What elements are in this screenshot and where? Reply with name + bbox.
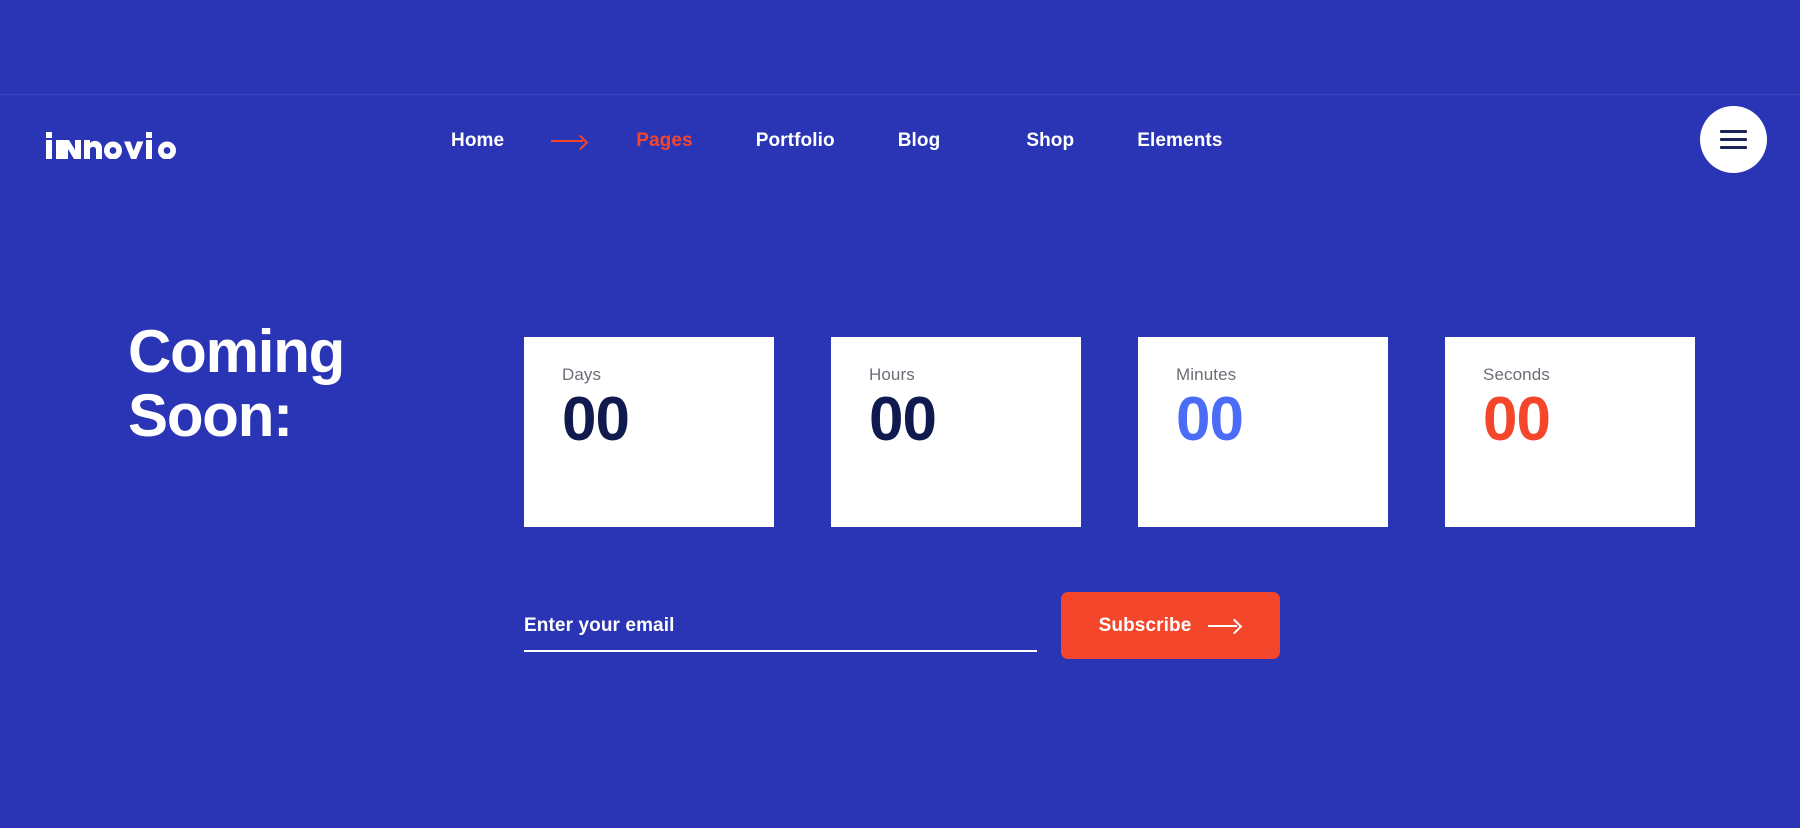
main-content: Coming Soon: Days 00 Hours 00 Minutes 00… (0, 187, 1800, 828)
subscribe-form: Subscribe (524, 592, 1280, 659)
countdown-label: Hours (869, 365, 915, 384)
countdown-card-minutes: Minutes 00 (1138, 337, 1388, 527)
hamburger-bar (1720, 138, 1747, 141)
email-field-wrapper (524, 592, 1037, 652)
countdown-label: Days (562, 365, 602, 384)
countdown-value: 00 (1176, 385, 1244, 454)
nav-item-portfolio[interactable]: Portfolio (756, 130, 835, 152)
nav-item-home[interactable]: Home (451, 130, 504, 152)
primary-navigation: Home Pages Portfolio Blog Shop Elements (451, 95, 1223, 187)
countdown-card-days: Days 00 (524, 337, 774, 527)
countdown-card-hours: Hours 00 (831, 337, 1081, 527)
countdown-label: Minutes (1176, 365, 1237, 384)
nav-item-shop[interactable]: Shop (1026, 130, 1074, 152)
hamburger-menu-icon[interactable] (1700, 106, 1767, 173)
site-header: Home Pages Portfolio Blog Shop Elements (0, 95, 1800, 187)
innovio-logomark-tail-icon (146, 132, 176, 159)
countdown-timer: Days 00 Hours 00 Minutes 00 Seconds 00 (524, 337, 1695, 527)
hamburger-bar (1720, 146, 1747, 149)
countdown-card-seconds: Seconds 00 (1445, 337, 1695, 527)
email-input[interactable] (524, 615, 1037, 652)
page-title: Coming Soon: (128, 318, 345, 449)
arrow-right-icon (1208, 620, 1242, 632)
subscribe-button-label: Subscribe (1098, 614, 1192, 636)
top-banner-strip (0, 0, 1800, 95)
hamburger-bar (1720, 130, 1747, 133)
brand-logo[interactable] (46, 123, 182, 159)
arrow-right-icon (551, 135, 589, 147)
countdown-value: 00 (562, 385, 630, 454)
nav-item-pages[interactable]: Pages (636, 130, 692, 152)
subscribe-button[interactable]: Subscribe (1061, 592, 1280, 659)
countdown-value: 00 (869, 385, 937, 454)
nav-item-blog[interactable]: Blog (898, 130, 941, 152)
innovio-logomark-icon (46, 132, 144, 159)
countdown-label: Seconds (1483, 365, 1550, 384)
countdown-value: 00 (1483, 385, 1551, 454)
nav-item-elements[interactable]: Elements (1137, 130, 1222, 152)
